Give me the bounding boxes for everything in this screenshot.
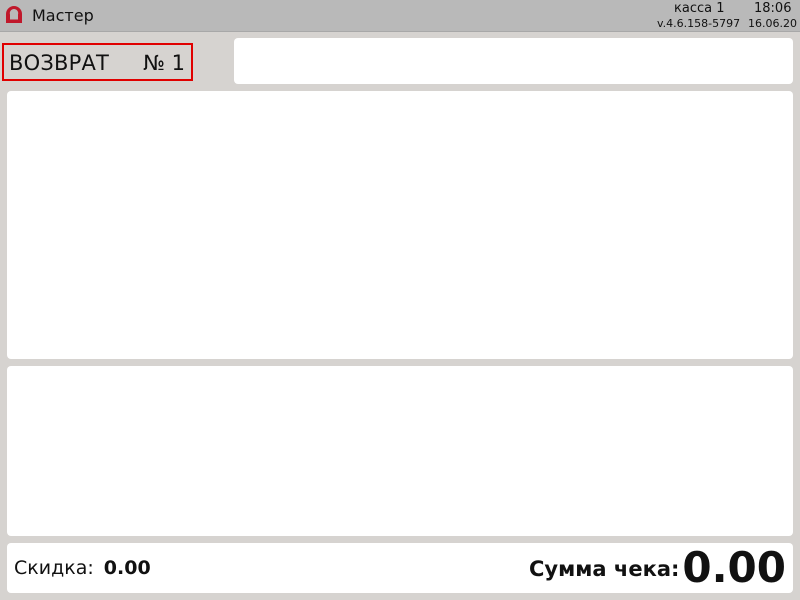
discount-value: 0.00: [103, 557, 151, 579]
receipt-mode-indicator: ВОЗВРАТ № 1: [2, 43, 193, 81]
total-value: 0.00: [682, 543, 786, 592]
total-label: Сумма чека:: [529, 557, 680, 581]
receipt-footer: Скидка: 0.00 Сумма чека: 0.00: [7, 543, 793, 593]
receipt-number: № 1: [143, 51, 185, 75]
version-label: v.4.6.158-5797: [657, 17, 741, 30]
clock: 18:06: [754, 1, 792, 16]
discount-display: Скидка: 0.00: [14, 556, 151, 580]
app-title: Мастер: [32, 6, 94, 25]
receipt-mode-label: ВОЗВРАТ: [9, 51, 110, 75]
date-label: 16.06.20: [748, 17, 797, 30]
receipt-items-list[interactable]: [7, 91, 793, 359]
discount-label: Скидка:: [14, 557, 94, 579]
top-bar: Мастер касса 1 18:06 v.4.6.158-5797 16.0…: [0, 0, 800, 32]
item-details-panel: [7, 366, 793, 536]
register-name: касса 1: [674, 1, 725, 16]
info-panel: [234, 38, 793, 84]
app-logo-icon: [6, 6, 22, 23]
